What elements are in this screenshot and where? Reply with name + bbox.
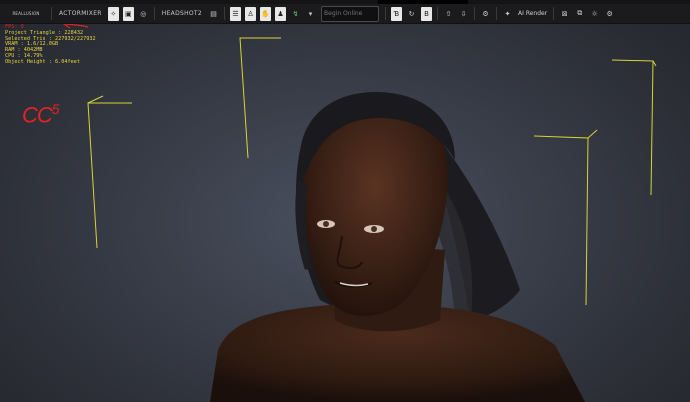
text-icon[interactable]: B [421,6,433,21]
search-input[interactable] [321,5,380,22]
divider [553,7,555,20]
target-icon[interactable]: ◎ [138,7,149,21]
character-icon[interactable]: ☰ [230,6,242,21]
app-logo[interactable]: REALLUSION [4,5,48,22]
ai-render-label[interactable]: AI Render [518,10,547,17]
viewport-stats: FPS: 0 Project Triangle : 228432 Selecte… [5,24,96,66]
download-icon[interactable]: ⇩ [458,7,469,21]
cc5-annotation: CC5 [22,101,60,128]
divider [51,7,52,20]
logo-text: REALLUSION [12,10,40,16]
figure-icon[interactable]: ♟ [275,6,287,21]
object-height: Object Height : 6.04feet [5,58,80,65]
motion-icon[interactable]: ✧ [107,6,119,21]
divider [437,7,439,20]
main-toolbar: REALLUSION ACTORMIXER ✧ ▣ ◎ HEADSHOT2 ▤ … [0,4,690,24]
safe-frame-guides [62,19,657,306]
headshot-label: HEADSHOT2 [161,10,203,17]
annotation-text: CC [22,102,53,128]
stylize-icon[interactable]: Ɓ [391,6,403,21]
actormixer-label: ACTORMIXER [59,10,102,17]
divider [496,7,498,20]
headshot-button[interactable]: HEADSHOT2 [160,7,204,21]
divider [385,7,387,20]
window-icon[interactable]: ⊠ [559,7,570,21]
bolt-icon[interactable]: ↯ [290,7,301,21]
chevron-down-icon[interactable]: ▾ [305,7,316,21]
actormixer-button[interactable]: ACTORMIXER [57,7,104,21]
divider [224,7,226,20]
gear-icon[interactable]: ⚙ [480,7,491,21]
refresh-icon[interactable]: ↻ [406,7,417,21]
video-icon[interactable]: ▤ [208,7,219,21]
settings-icon[interactable]: ⚙ [604,7,615,21]
3d-viewport[interactable] [0,0,690,402]
smart-icon[interactable]: ▣ [122,6,134,21]
duplicate-icon[interactable]: ⧉ [574,7,585,21]
upload-icon[interactable]: ⇧ [443,7,454,21]
divider [153,7,155,20]
divider [474,7,476,20]
body-icon[interactable]: ♙ [245,6,257,21]
hand-icon[interactable]: ✋ [260,6,272,21]
ai-render-icon[interactable]: ✦ [502,7,513,21]
sun-icon[interactable]: ☼ [589,7,600,21]
annotation-superscript: 5 [51,101,60,117]
